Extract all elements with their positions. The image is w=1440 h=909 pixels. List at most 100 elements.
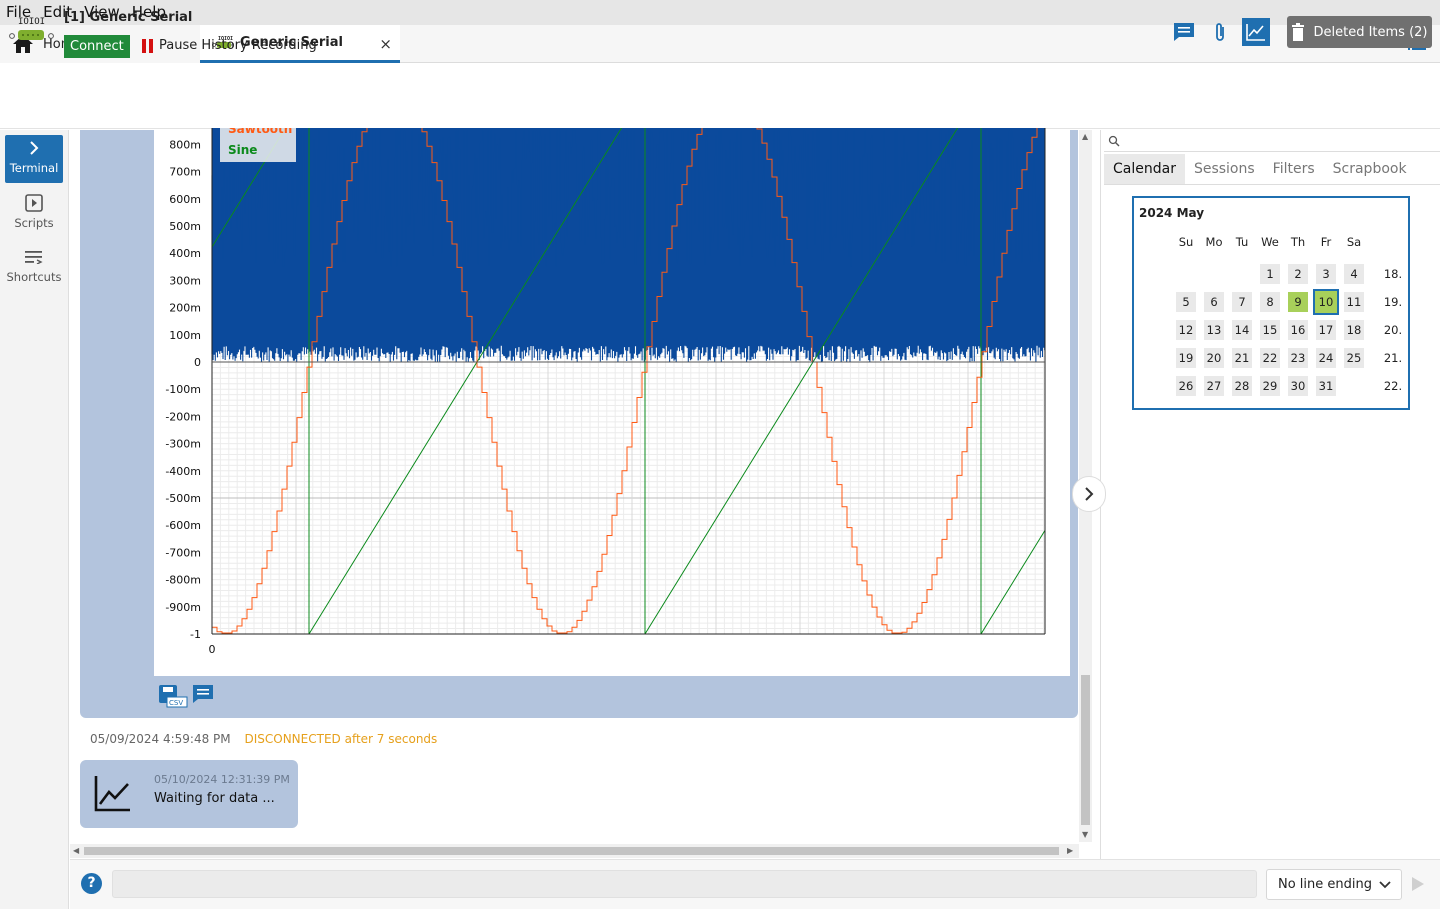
y-tick-label: -500m — [165, 492, 201, 505]
calendar-day[interactable]: 14 — [1232, 320, 1252, 340]
graph-view-button[interactable] — [1242, 18, 1270, 46]
calendar-day[interactable]: 1 — [1260, 264, 1280, 284]
close-tab-icon[interactable]: × — [379, 35, 392, 53]
tab-sessions[interactable]: Sessions — [1185, 154, 1264, 184]
chevron-down-icon — [1379, 880, 1391, 888]
calendar-weekday: Mo — [1205, 235, 1223, 249]
calendar-day[interactable]: 2 — [1288, 264, 1308, 284]
legend-sawtooth: Sawtooth — [228, 128, 292, 136]
calendar-day[interactable]: 16 — [1288, 320, 1308, 340]
signal-chart[interactable]: 800m 700m 600m 500m 400m 300m 200m 100m 0 -100m -2… — [154, 128, 1070, 674]
export-csv-button[interactable]: CSV — [158, 684, 188, 712]
scroll-left-icon[interactable]: ◀ — [73, 846, 79, 855]
calendar-day[interactable]: 7 — [1232, 292, 1252, 312]
calendar-week-number: 20. — [1383, 323, 1403, 337]
tab-calendar[interactable]: Calendar — [1104, 154, 1185, 184]
y-tick-label: 800m — [169, 138, 201, 151]
nav-shortcuts[interactable]: Shortcuts — [5, 244, 63, 292]
calendar-weekday: Su — [1178, 235, 1194, 249]
calendar-day[interactable]: 27 — [1204, 376, 1224, 396]
calendar-day[interactable]: 13 — [1204, 320, 1224, 340]
chart-card-tools: CSV — [158, 684, 214, 712]
calendar-day[interactable]: 19 — [1176, 348, 1196, 368]
calendar-day[interactable]: 18 — [1344, 320, 1364, 340]
y-tick-label: 200m — [169, 302, 201, 315]
paperclip-icon — [1216, 23, 1224, 41]
calendar-day[interactable]: 20 — [1204, 348, 1224, 368]
y-tick-label: -900m — [165, 601, 201, 614]
calendar-weekday: We — [1261, 235, 1279, 249]
calendar-day[interactable]: 29 — [1260, 376, 1280, 396]
send-input[interactable] — [112, 870, 1257, 898]
event-timestamp: 05/09/2024 4:59:48 PM — [90, 732, 231, 746]
calendar-day[interactable]: 9 — [1288, 292, 1308, 312]
y-tick-label: 400m — [169, 247, 201, 260]
nav-scripts[interactable]: Scripts — [5, 190, 63, 238]
calendar-day[interactable]: 15 — [1260, 320, 1280, 340]
calendar-day[interactable]: 31 — [1316, 376, 1336, 396]
line-ending-select[interactable]: No line ending — [1266, 869, 1402, 900]
calendar-weekday: Sa — [1346, 235, 1362, 249]
comment-button[interactable] — [192, 684, 214, 712]
calendar-day[interactable]: 28 — [1232, 376, 1252, 396]
calendar-day[interactable]: 12 — [1176, 320, 1196, 340]
calendar-day[interactable]: 26 — [1176, 376, 1196, 396]
calendar-day[interactable]: 6 — [1204, 292, 1224, 312]
y-tick-label: -1 — [190, 628, 201, 641]
chat-view-button[interactable] — [1170, 18, 1198, 46]
line-ending-value: No line ending — [1278, 877, 1372, 892]
calendar-day[interactable]: 4 — [1344, 264, 1364, 284]
scroll-up-icon[interactable]: ▲ — [1082, 132, 1088, 141]
nav-terminal-label: Terminal — [9, 161, 59, 175]
y-tick-label: 100m — [169, 329, 201, 342]
y-tick-label: 700m — [169, 166, 201, 179]
calendar-day[interactable]: 3 — [1316, 264, 1336, 284]
chevron-right-icon — [1085, 487, 1094, 501]
calendar-day[interactable]: 25 — [1344, 348, 1364, 368]
calendar-day[interactable]: 8 — [1260, 292, 1280, 312]
scroll-down-icon[interactable]: ▼ — [1082, 830, 1088, 839]
search-icon — [1108, 135, 1120, 147]
calendar-week-number: 19. — [1383, 295, 1403, 309]
legend-sine: Sine — [228, 143, 257, 157]
send-button[interactable] — [1411, 876, 1425, 896]
y-tick-label: -800m — [165, 574, 201, 587]
device-glyph: IOIOI — [18, 17, 45, 27]
calendar-week-number: 21. — [1383, 351, 1403, 365]
waiting-message: Waiting for data ... — [154, 791, 275, 806]
horizontal-scrollbar[interactable]: ◀ ▶ — [70, 844, 1079, 858]
panel-search-input[interactable] — [1104, 130, 1440, 152]
help-button[interactable]: ? — [81, 873, 102, 894]
calendar-day[interactable]: 5 — [1176, 292, 1196, 312]
scroll-right-icon[interactable]: ▶ — [1067, 846, 1073, 855]
vertical-scroll-thumb[interactable] — [1081, 675, 1090, 825]
y-tick-label: -100m — [165, 383, 201, 396]
y-tick-label: 500m — [169, 220, 201, 233]
calendar-day[interactable]: 22 — [1260, 348, 1280, 368]
calendar-day[interactable]: 21 — [1232, 348, 1252, 368]
horizontal-scroll-thumb[interactable] — [84, 847, 1059, 855]
calendar-day[interactable]: 24 — [1316, 348, 1336, 368]
pause-history-recording-button[interactable]: Pause History Recording — [142, 38, 317, 53]
chevron-right-icon — [30, 141, 39, 155]
disconnect-event: 05/09/2024 4:59:48 PM DISCONNECTED after… — [90, 732, 437, 746]
collapse-panel-button[interactable] — [1072, 476, 1106, 512]
send-icon — [1412, 877, 1424, 891]
tab-filters[interactable]: Filters — [1264, 154, 1324, 184]
waiting-chart-card[interactable]: 05/10/2024 12:31:39 PM Waiting for data … — [80, 760, 298, 828]
calendar-day[interactable]: 17 — [1316, 320, 1336, 340]
deleted-items-button[interactable]: Deleted Items (2) — [1287, 16, 1432, 48]
y-tick-label: -200m — [165, 410, 201, 423]
serial-device-icon: IOIOI — [8, 14, 56, 54]
calendar-day[interactable]: 30 — [1288, 376, 1308, 396]
attachment-view-button[interactable] — [1206, 18, 1234, 46]
tab-scrapbook[interactable]: Scrapbook — [1324, 154, 1416, 184]
calendar-day[interactable]: 10 — [1313, 289, 1339, 315]
nav-terminal[interactable]: Terminal — [5, 135, 63, 183]
chat-icon — [1174, 23, 1194, 41]
y-tick-label: -700m — [165, 546, 201, 559]
calendar-day[interactable]: 11 — [1344, 292, 1364, 312]
calendar-day[interactable]: 23 — [1288, 348, 1308, 368]
connect-button[interactable]: Connect — [64, 35, 130, 58]
waiting-timestamp: 05/10/2024 12:31:39 PM — [154, 773, 290, 786]
